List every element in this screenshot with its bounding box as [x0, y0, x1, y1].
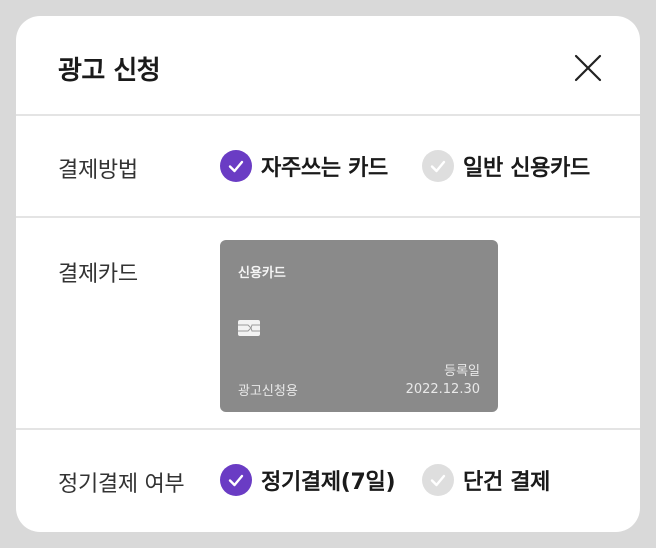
card-owner: 광고신청용 [238, 384, 298, 399]
close-button[interactable] [572, 52, 604, 84]
option-single-payment-label: 단건 결제 [463, 470, 551, 495]
ad-application-modal: 광고 신청 결제방법 자주쓰는 카드 일반 신용카드 결제카드 신용카드 광고신… [16, 16, 640, 532]
option-general-credit-card[interactable]: 일반 신용카드 [422, 150, 590, 182]
payment-card-label: 결제카드 [58, 262, 138, 287]
payment-method-row: 결제방법 자주쓰는 카드 일반 신용카드 [16, 116, 640, 218]
checked-circle-icon [220, 150, 252, 182]
option-frequent-card-label: 자주쓰는 카드 [261, 156, 388, 181]
option-frequent-card[interactable]: 자주쓰는 카드 [220, 150, 388, 182]
card-name: 신용카드 [238, 266, 286, 281]
close-icon [574, 54, 602, 82]
unchecked-circle-icon [422, 464, 454, 496]
option-single-payment[interactable]: 단건 결제 [422, 464, 550, 496]
modal-title: 광고 신청 [58, 56, 161, 86]
payment-card-row: 결제카드 신용카드 광고신청용 등록일 2022.12.30 [16, 218, 640, 430]
card-registered-date: 2022.12.30 [405, 382, 480, 397]
card-chip-icon [238, 320, 260, 336]
card-registered-label: 등록일 [444, 364, 480, 379]
modal-header: 광고 신청 [16, 16, 640, 116]
payment-method-label: 결제방법 [58, 158, 138, 183]
credit-card[interactable]: 신용카드 광고신청용 등록일 2022.12.30 [220, 240, 498, 412]
checked-circle-icon [220, 464, 252, 496]
unchecked-circle-icon [422, 150, 454, 182]
option-recurring-7-days-label: 정기결제(7일) [261, 470, 396, 495]
recurring-payment-label: 정기결제 여부 [58, 472, 185, 497]
recurring-payment-row: 정기결제 여부 정기결제(7일) 단건 결제 [16, 430, 640, 532]
option-recurring-7-days[interactable]: 정기결제(7일) [220, 464, 396, 496]
option-general-credit-card-label: 일반 신용카드 [463, 156, 590, 181]
